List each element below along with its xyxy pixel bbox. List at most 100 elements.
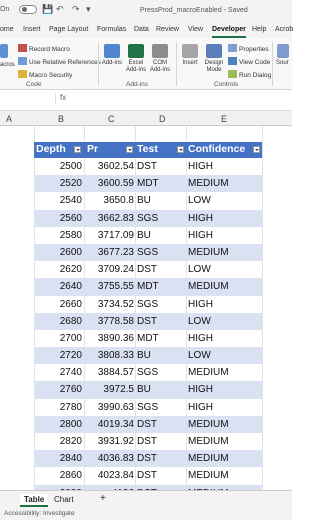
design-mode-button[interactable]: Design Mode — [202, 60, 226, 74]
filter-dropdown-icon[interactable] — [126, 146, 133, 153]
test-cell[interactable]: DST — [137, 161, 157, 172]
tab-review[interactable]: Review — [156, 26, 179, 33]
test-cell[interactable]: SGS — [137, 213, 158, 224]
column-header-d[interactable]: D — [159, 114, 166, 124]
confidence-cell[interactable]: LOW — [188, 350, 211, 361]
tab-developer[interactable]: Developer — [212, 26, 246, 38]
confidence-cell[interactable]: HIGH — [188, 299, 213, 310]
view-code-button[interactable]: View Code — [228, 57, 270, 66]
table-row[interactable]: 2660 3734.52 SGS HIGH — [34, 296, 262, 313]
confidence-cell[interactable]: MEDIUM — [188, 436, 229, 447]
test-cell[interactable]: DST — [137, 316, 157, 327]
depth-cell[interactable]: 2680 — [60, 316, 82, 327]
design-mode-icon[interactable] — [206, 44, 222, 58]
addins-icon[interactable] — [104, 44, 120, 58]
table-row[interactable]: 2740 3884.57 SGS MEDIUM — [34, 364, 262, 381]
table-row[interactable]: 2580 3717.09 BU HIGH — [34, 227, 262, 244]
chevron-down-icon[interactable]: ▾ — [86, 4, 91, 15]
test-cell[interactable]: DST — [137, 264, 157, 275]
table-row[interactable]: 2840 4036.83 DST MEDIUM — [34, 450, 262, 468]
accessibility-status[interactable]: Accessibility: Investigate — [4, 510, 74, 517]
confidence-cell[interactable]: LOW — [188, 316, 211, 327]
test-cell[interactable]: MDT — [137, 333, 159, 344]
table-row[interactable]: 2760 3972.5 BU HIGH — [34, 381, 262, 399]
test-cell[interactable]: BU — [137, 195, 151, 206]
depth-cell[interactable]: 2620 — [60, 264, 82, 275]
confidence-cell[interactable]: HIGH — [188, 161, 213, 172]
confidence-cell[interactable]: MEDIUM — [188, 178, 229, 189]
sheet-tab-chart[interactable]: Chart — [50, 494, 78, 505]
name-box[interactable] — [0, 93, 56, 104]
test-cell[interactable]: BU — [137, 230, 151, 241]
depth-cell[interactable]: 2720 — [60, 350, 82, 361]
tab-formulas[interactable]: Formulas — [97, 26, 126, 33]
filter-dropdown-icon[interactable] — [253, 146, 260, 153]
tab-insert[interactable]: Insert — [23, 26, 41, 33]
confidence-cell[interactable]: HIGH — [188, 402, 213, 413]
depth-cell[interactable]: 2560 — [60, 213, 82, 224]
excel-addins-button[interactable]: Excel Add-ins — [124, 60, 148, 74]
autosave-toggle[interactable] — [19, 5, 37, 14]
pr-cell[interactable]: 3600.59 — [98, 178, 134, 189]
test-cell[interactable]: DST — [137, 419, 157, 430]
filter-dropdown-icon[interactable] — [177, 146, 184, 153]
table-row[interactable]: 2820 3931.92 DST MEDIUM — [34, 433, 262, 450]
redo-icon[interactable]: ↷ — [72, 4, 80, 15]
depth-cell[interactable]: 2600 — [60, 247, 82, 258]
properties-button[interactable]: Properties — [228, 44, 269, 53]
table-row[interactable]: 2780 3990.63 SGS HIGH — [34, 399, 262, 416]
pr-cell[interactable]: 3931.92 — [98, 436, 134, 447]
table-row[interactable]: 2520 3600.59 MDT MEDIUM — [34, 175, 262, 193]
test-cell[interactable]: DST — [137, 453, 157, 464]
pr-cell[interactable]: 4019.34 — [98, 419, 134, 430]
confidence-cell[interactable]: MEDIUM — [188, 419, 229, 430]
worksheet-grid[interactable]: Depth Pr Test Confidence 2500 3602.54 DST H… — [0, 126, 292, 490]
tab-data[interactable]: Data — [134, 26, 149, 33]
confidence-cell[interactable]: HIGH — [188, 333, 213, 344]
depth-cell[interactable]: 2640 — [60, 281, 82, 292]
tab-acrobat[interactable]: Acrob — [275, 26, 293, 33]
table-row[interactable]: 2540 3650.8 BU LOW — [34, 192, 262, 209]
pr-cell[interactable]: 3602.54 — [98, 161, 134, 172]
pr-cell[interactable]: 3808.33 — [98, 350, 134, 361]
tab-view[interactable]: View — [188, 26, 203, 33]
table-row[interactable]: 2600 3677.23 SGS MEDIUM — [34, 243, 262, 262]
com-addins-icon[interactable] — [152, 44, 168, 58]
depth-cell[interactable]: 2860 — [60, 470, 82, 481]
tab-page-layout[interactable]: Page Layout — [49, 26, 88, 33]
relative-references-button[interactable]: Use Relative References — [18, 57, 101, 66]
pr-cell[interactable]: 3990.63 — [98, 402, 134, 413]
depth-cell[interactable]: 2660 — [60, 299, 82, 310]
depth-cell[interactable]: 2840 — [60, 453, 82, 464]
pr-cell[interactable]: 4023.84 — [98, 470, 134, 481]
test-cell[interactable]: BU — [137, 350, 151, 361]
com-addins-button[interactable]: COM Add-ins — [148, 60, 172, 74]
pr-cell[interactable]: 3755.55 — [98, 281, 134, 292]
test-cell[interactable]: SGS — [137, 299, 158, 310]
test-cell[interactable]: SGS — [137, 247, 158, 258]
confidence-cell[interactable]: MEDIUM — [188, 247, 229, 258]
insert-controls-icon[interactable] — [182, 44, 198, 58]
test-cell[interactable]: SGS — [137, 402, 158, 413]
pr-cell[interactable]: 3677.23 — [98, 247, 134, 258]
macro-security-button[interactable]: Macro Security — [18, 70, 72, 79]
test-cell[interactable]: MDT — [137, 178, 159, 189]
tab-home[interactable]: ome — [0, 26, 14, 33]
table-row[interactable]: 2720 3808.33 BU LOW — [34, 347, 262, 365]
table-row[interactable]: 2680 3778.58 DST LOW — [34, 312, 262, 330]
confidence-cell[interactable]: HIGH — [188, 230, 213, 241]
excel-addins-icon[interactable] — [128, 44, 144, 58]
confidence-cell[interactable]: LOW — [188, 195, 211, 206]
confidence-cell[interactable]: MEDIUM — [188, 453, 229, 464]
source-icon[interactable] — [277, 44, 289, 58]
test-cell[interactable]: MDT — [137, 281, 159, 292]
undo-icon[interactable]: ↶ — [56, 4, 64, 15]
pr-cell[interactable]: 3709.24 — [98, 264, 134, 275]
filter-dropdown-icon[interactable] — [74, 146, 81, 153]
table-row[interactable]: 2860 4023.84 DST MEDIUM — [34, 467, 262, 484]
table-row[interactable]: 2620 3709.24 DST LOW — [34, 261, 262, 278]
depth-cell[interactable]: 2520 — [60, 178, 82, 189]
depth-cell[interactable]: 2800 — [60, 419, 82, 430]
pr-cell[interactable]: 3890.36 — [98, 333, 134, 344]
depth-cell[interactable]: 2700 — [60, 333, 82, 344]
